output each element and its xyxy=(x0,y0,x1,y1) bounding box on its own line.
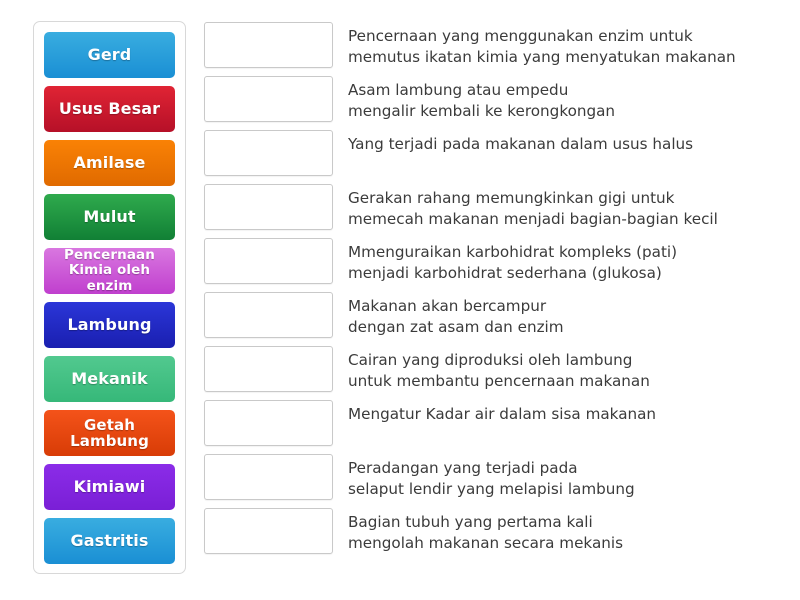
answer-row: Pencernaan yang menggunakan enzim untuk … xyxy=(204,22,800,68)
drop-slot[interactable] xyxy=(204,454,333,500)
draggable-tile[interactable]: Mekanik xyxy=(44,356,175,402)
draggable-tile[interactable]: Getah Lambung xyxy=(44,410,175,456)
drop-slot[interactable] xyxy=(204,76,333,122)
answer-row: Asam lambung atau empedu mengalir kembal… xyxy=(204,76,800,122)
answer-row: Cairan yang diproduksi oleh lambung untu… xyxy=(204,346,800,392)
draggable-tile[interactable]: Lambung xyxy=(44,302,175,348)
drop-slot[interactable] xyxy=(204,292,333,338)
drop-slot[interactable] xyxy=(204,508,333,554)
answers-list: Pencernaan yang menggunakan enzim untuk … xyxy=(204,22,800,554)
answer-row: Bagian tubuh yang pertama kali mengolah … xyxy=(204,508,800,554)
draggable-tile[interactable]: Gerd xyxy=(44,32,175,78)
drop-slot[interactable] xyxy=(204,130,333,176)
answer-text: Makanan akan bercampur dengan zat asam d… xyxy=(348,297,564,336)
draggable-tiles-panel: Gerd Usus Besar Amilase Mulut Pencernaan Kim… xyxy=(33,21,186,574)
answer-row: Gerakan rahang memungkinkan gigi untuk m… xyxy=(204,184,800,230)
drop-slot[interactable] xyxy=(204,22,333,68)
draggable-tile[interactable]: Mulut xyxy=(44,194,175,240)
answer-row: Mmenguraikan karbohidrat kompleks (pati)… xyxy=(204,238,800,284)
draggable-tile[interactable]: Usus Besar xyxy=(44,86,175,132)
answer-row: Makanan akan bercampur dengan zat asam d… xyxy=(204,292,800,338)
answer-text: Cairan yang diproduksi oleh lambung untu… xyxy=(348,351,650,390)
drop-slot[interactable] xyxy=(204,184,333,230)
answer-text: Gerakan rahang memungkinkan gigi untuk m… xyxy=(348,189,718,228)
draggable-tile[interactable]: Gastritis xyxy=(44,518,175,564)
answer-text: Mengatur Kadar air dalam sisa makanan xyxy=(348,405,657,423)
draggable-tile[interactable]: Pencernaan Kimia oleh enzim xyxy=(44,248,175,294)
answer-row: Mengatur Kadar air dalam sisa makanan xyxy=(204,400,800,446)
answer-text: Mmenguraikan karbohidrat kompleks (pati)… xyxy=(348,243,678,282)
answer-row: Yang terjadi pada makanan dalam usus hal… xyxy=(204,130,800,176)
draggable-tile[interactable]: Kimiawi xyxy=(44,464,175,510)
draggable-tile[interactable]: Amilase xyxy=(44,140,175,186)
answer-text: Pencernaan yang menggunakan enzim untuk … xyxy=(348,27,736,66)
answer-text: Peradangan yang terjadi pada selaput len… xyxy=(348,459,635,498)
drop-slot[interactable] xyxy=(204,400,333,446)
match-up-activity: Gerd Usus Besar Amilase Mulut Pencernaan Kim… xyxy=(0,0,800,600)
answer-text: Yang terjadi pada makanan dalam usus hal… xyxy=(348,135,694,153)
answer-text: Bagian tubuh yang pertama kali mengolah … xyxy=(348,513,624,552)
drop-slot[interactable] xyxy=(204,346,333,392)
drop-slot[interactable] xyxy=(204,238,333,284)
answer-text: Asam lambung atau empedu mengalir kembal… xyxy=(348,81,616,120)
answer-row: Peradangan yang terjadi pada selaput len… xyxy=(204,454,800,500)
